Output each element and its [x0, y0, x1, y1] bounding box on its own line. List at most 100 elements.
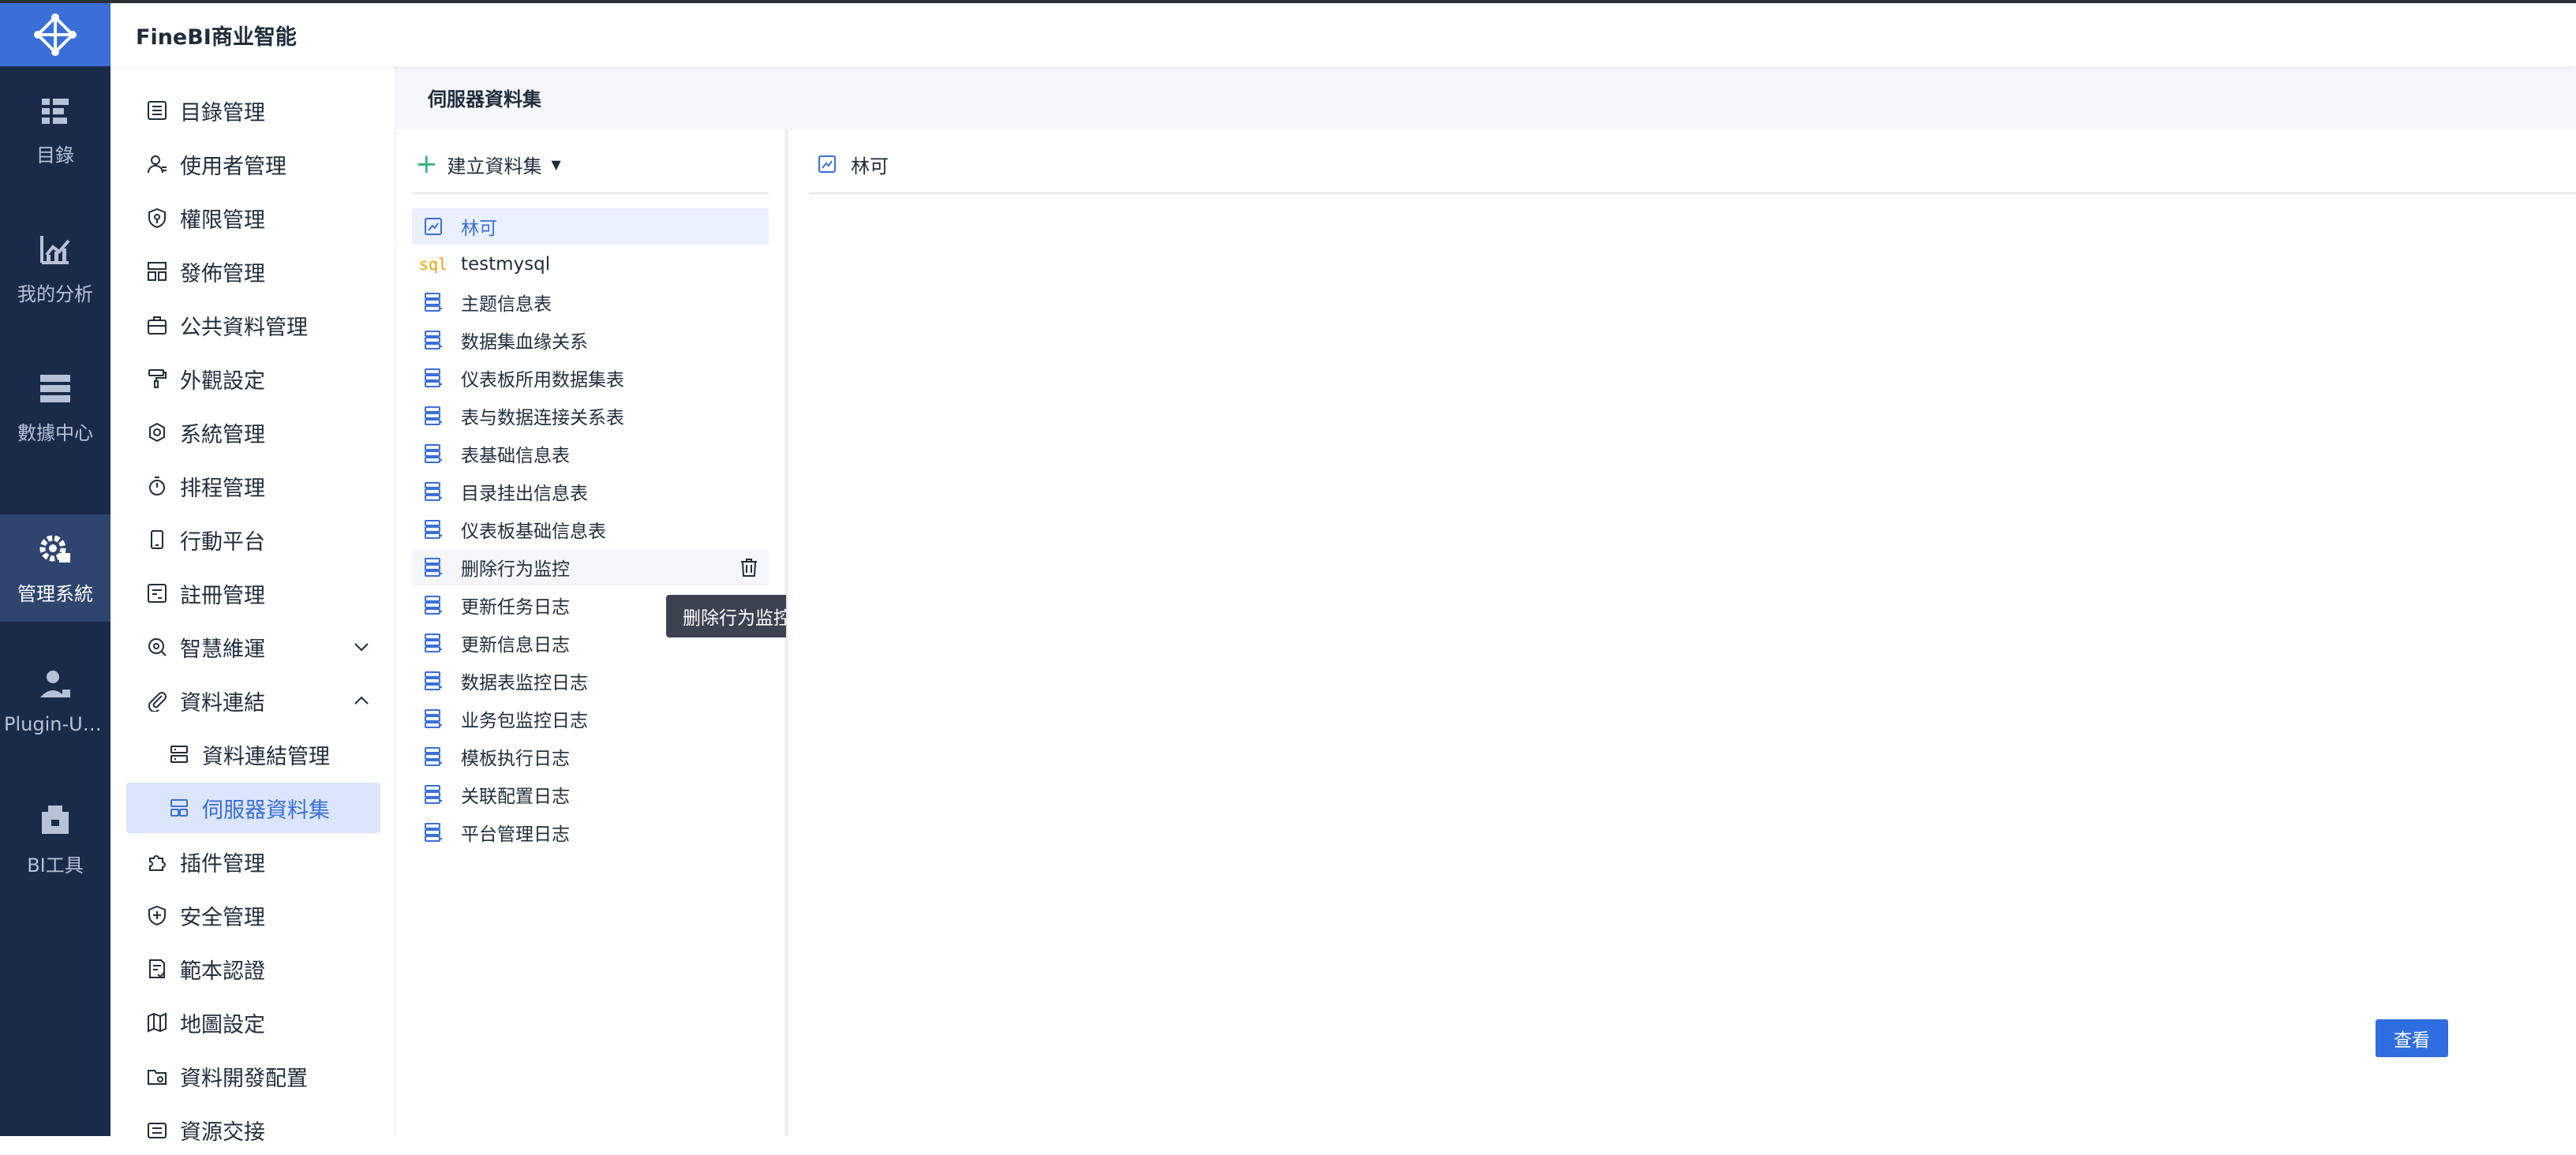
dataset-item[interactable]: 数据集血缘关系: [412, 322, 769, 358]
puzzle-icon: [145, 850, 169, 873]
dataset-item[interactable]: 主题信息表: [412, 284, 769, 320]
dataset-name: 数据表监控日志: [461, 673, 588, 693]
nav-label: 目錄管理: [180, 100, 265, 125]
dataset-item[interactable]: 模板执行日志: [412, 738, 769, 775]
briefcase-icon: [145, 313, 169, 337]
dataset-item[interactable]: 删除行为监控: [412, 549, 769, 585]
nav-label: 插件管理: [180, 851, 265, 877]
nav-item-data-connection-management[interactable]: 資料連結管理: [126, 729, 380, 779]
rail-label: 我的分析: [17, 282, 93, 305]
nav-item-security-management[interactable]: 安全管理: [126, 890, 380, 940]
nav-item-resource-handover[interactable]: 資源交接: [126, 1105, 380, 1155]
nav-label: 伺服器資料集: [202, 798, 330, 823]
rail-label: 管理系統: [17, 582, 93, 605]
list-icon: [145, 99, 169, 122]
nav-item-public-data-management[interactable]: 公共資料管理: [126, 300, 380, 350]
nav-item-smart-ops[interactable]: 智慧維運: [126, 622, 380, 672]
nav-item-system-management[interactable]: 系統管理: [126, 407, 380, 458]
db-table-icon: [421, 631, 445, 655]
rail-item-plugin-user[interactable]: Plugin-Us...: [0, 647, 110, 754]
rail-item-admin-system[interactable]: 管理系統: [0, 514, 110, 622]
nav-item-data-dev-config[interactable]: 資料開發配置: [126, 1051, 380, 1101]
toolbox-icon: [42, 805, 69, 834]
db-table-icon: [421, 820, 445, 844]
paint-roller-icon: [145, 367, 169, 391]
db-table-icon: [421, 480, 445, 503]
db-table-icon: [421, 669, 445, 693]
create-dataset-button[interactable]: + 建立資料集 ▼: [415, 145, 561, 183]
nav-item-catalog-management[interactable]: 目錄管理: [126, 85, 380, 136]
db-table-icon: [421, 404, 445, 428]
self-service-dataset-icon: [818, 155, 836, 173]
rail-item-catalog[interactable]: 目錄: [0, 76, 110, 183]
shield-icon: [145, 903, 169, 927]
dataset-name: 仪表板所用数据集表: [461, 370, 624, 391]
admin-gear-icon: [39, 535, 70, 563]
dataset-detail-panel: 林可: [786, 129, 2576, 1136]
dataset-name: 目录挂出信息表: [461, 484, 588, 504]
chevron-down-icon[interactable]: [352, 637, 371, 656]
nav-label: 使用者管理: [180, 154, 286, 179]
rail-item-bi-tools[interactable]: BI工具: [0, 786, 110, 893]
nav-label: 安全管理: [180, 905, 265, 930]
view-button[interactable]: 查看: [2376, 1019, 2448, 1057]
chevron-up-icon[interactable]: [352, 691, 371, 710]
dataset-item[interactable]: 仪表板基础信息表: [412, 511, 769, 548]
dataset-item[interactable]: 平台管理日志: [412, 814, 769, 850]
nav-label: 資料連結: [180, 690, 265, 716]
nav-item-permission-management[interactable]: 權限管理: [126, 192, 380, 243]
dataset-item[interactable]: sql testmysql: [412, 246, 769, 282]
dataset-item[interactable]: 仪表板所用数据集表: [412, 360, 769, 396]
dataset-item[interactable]: 数据表监控日志: [412, 663, 769, 699]
nav-item-registration-management[interactable]: 註冊管理: [126, 568, 380, 619]
rail-label: 數據中心: [17, 421, 93, 444]
plus-icon: +: [415, 148, 438, 180]
nav-item-map-settings[interactable]: 地圖設定: [126, 997, 380, 1048]
nav-label: 智慧維運: [180, 637, 265, 662]
nav-label: 資料開發配置: [180, 1066, 308, 1091]
dataset-name: 表与数据连接关系表: [461, 408, 624, 428]
list-divider: [412, 192, 769, 194]
page-title: 伺服器資料集: [428, 88, 541, 110]
nav-label: 排程管理: [180, 476, 265, 501]
db-table-icon: [421, 442, 445, 465]
dataset-name: 更新任务日志: [461, 597, 570, 618]
paperclip-icon: [145, 689, 169, 712]
nav-item-schedule-management[interactable]: 排程管理: [126, 461, 380, 511]
detail-divider: [810, 192, 2576, 194]
dataset-item[interactable]: 目录挂出信息表: [412, 473, 769, 510]
nav-item-publish-management[interactable]: 發佈管理: [126, 246, 380, 297]
nav-item-plugin-management[interactable]: 插件管理: [126, 836, 380, 887]
rail-item-data-center[interactable]: 數據中心: [0, 353, 110, 461]
nav-item-user-management[interactable]: 使用者管理: [126, 139, 380, 189]
trash-icon[interactable]: [737, 555, 761, 579]
dataset-item[interactable]: 业务包监控日志: [412, 701, 769, 737]
rail-item-my-analysis[interactable]: 我的分析: [0, 215, 110, 322]
left-rail: 目錄 我的分析 數據中心 管理系統 Plugin-Us... BI工具: [0, 3, 110, 1136]
dataset-item[interactable]: 林可: [412, 208, 769, 245]
db-table-icon: [421, 328, 445, 352]
nav-label: 公共資料管理: [180, 315, 308, 340]
detail-title-text: 林可: [851, 155, 889, 178]
nav-item-mobile-platform[interactable]: 行動平台: [126, 514, 380, 565]
dataset-name: 林可: [461, 219, 497, 239]
permission-icon: [145, 206, 169, 230]
nav-item-template-certification[interactable]: 範本認證: [126, 944, 380, 994]
finebi-logo[interactable]: [0, 3, 110, 66]
mobile-icon: [145, 528, 169, 551]
timer-icon: [145, 474, 169, 498]
nav-item-appearance-settings[interactable]: 外觀設定: [126, 353, 380, 404]
create-dataset-label: 建立資料集: [447, 155, 542, 178]
dataset-name: 主题信息表: [461, 294, 552, 315]
dataset-item[interactable]: 表与数据连接关系表: [412, 398, 769, 434]
dataset-item[interactable]: 关联配置日志: [412, 776, 769, 813]
dataset-name: 表基础信息表: [461, 446, 570, 466]
nav-item-server-dataset[interactable]: 伺服器資料集: [126, 783, 380, 833]
nav-item-data-connection[interactable]: 資料連結: [126, 675, 380, 726]
detail-title: 林可: [816, 145, 889, 183]
catalog-icon: [42, 98, 69, 124]
dataset-item[interactable]: 表基础信息表: [412, 435, 769, 472]
rail-label: 目錄: [36, 144, 74, 166]
nav-label: 發佈管理: [180, 261, 265, 286]
tooltip-text: 删除行为监控: [683, 608, 792, 629]
